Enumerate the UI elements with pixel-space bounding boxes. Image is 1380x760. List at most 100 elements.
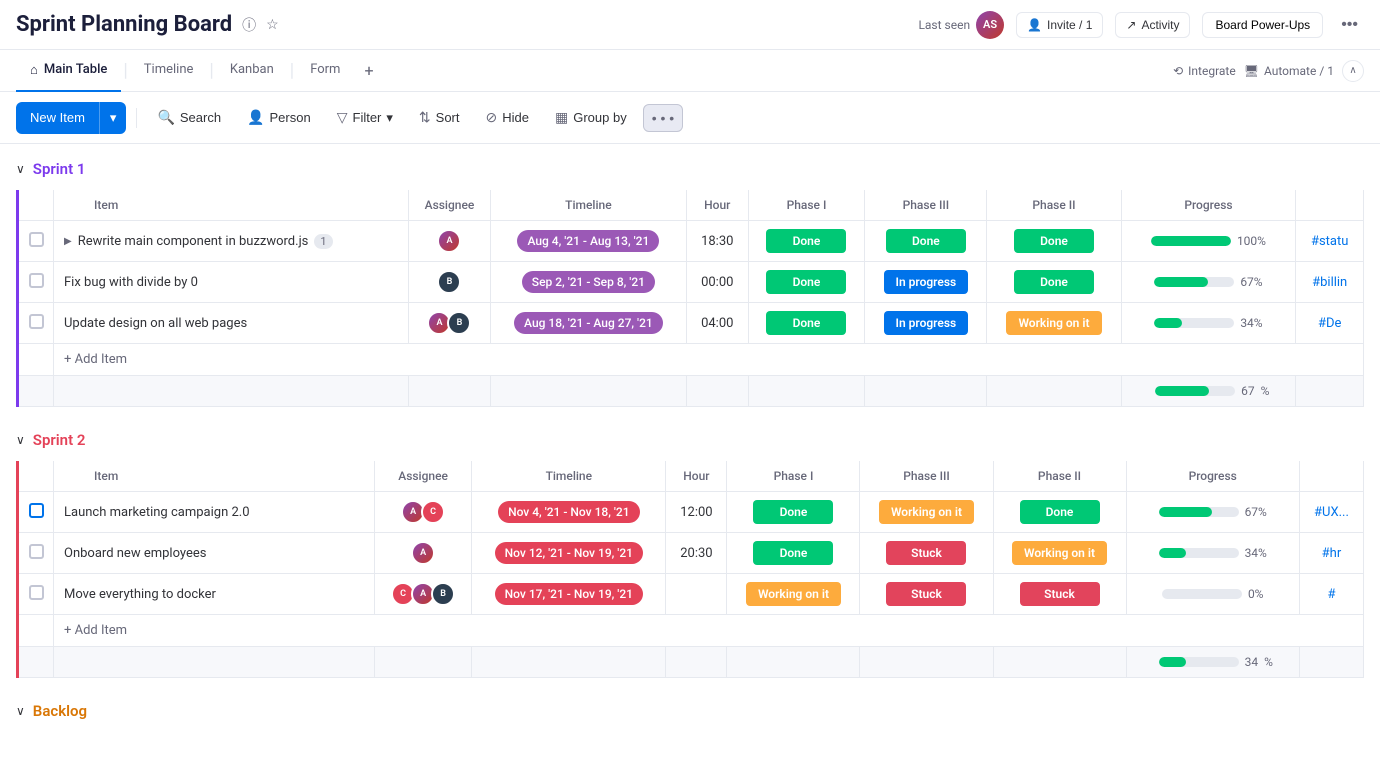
avatar: B — [437, 270, 461, 294]
automate-button[interactable]: 🖥 Automate / 1 — [1244, 64, 1334, 78]
row-checkbox[interactable] — [29, 544, 44, 559]
more-options-button[interactable]: ••• — [1335, 12, 1364, 38]
row-checkbox[interactable] — [29, 314, 44, 329]
col-phase3: Phase III — [860, 461, 993, 492]
timeline-cell: Nov 4, '21 - Nov 18, '21 — [472, 492, 666, 533]
timeline-cell: Sep 2, '21 - Sep 8, '21 — [490, 262, 686, 303]
sprint2-group: ∨ Sprint 2 Item Assignee Timeline Hour P… — [16, 431, 1364, 678]
progress-bar — [1155, 386, 1235, 396]
phase1-badge: Done — [766, 311, 846, 335]
hour-cell: 04:00 — [686, 303, 748, 344]
hour-cell: 12:00 — [666, 492, 727, 533]
progress-fill — [1151, 236, 1231, 246]
tab-main-table[interactable]: ⌂ Main Table — [16, 50, 121, 92]
tab-form-label: Form — [310, 62, 340, 77]
item-name-text: Move everything to docker — [64, 587, 216, 602]
invite-button[interactable]: 👤 Invite / 1 — [1016, 12, 1103, 38]
add-item-label[interactable]: + Add Item — [54, 615, 1364, 647]
tag-cell[interactable]: #hr — [1299, 533, 1363, 574]
phase3-badge: In progress — [884, 311, 969, 335]
avatar: A — [437, 229, 461, 253]
nav-tabs-right: ⟲ Integrate 🖥 Automate / 1 ∧ — [1173, 60, 1364, 82]
person-icon: 👤 — [247, 109, 264, 126]
hour-cell — [666, 574, 727, 615]
phase3-badge: Done — [886, 229, 966, 253]
phase1-badge: Done — [766, 229, 846, 253]
phase3-badge: Stuck — [886, 582, 966, 606]
sprint2-summary-row: 34% — [18, 647, 1364, 678]
timeline-cell: Nov 12, '21 - Nov 19, '21 — [472, 533, 666, 574]
progress-bar — [1151, 236, 1231, 246]
sprint1-summary-row: 67% — [18, 376, 1364, 407]
filter-label: Filter — [353, 110, 382, 125]
assignee-cell: C A B — [374, 574, 471, 615]
more-tools-button[interactable]: • • • — [643, 104, 683, 132]
activity-label: Activity — [1141, 18, 1179, 32]
sprint1-header[interactable]: ∨ Sprint 1 — [16, 160, 1364, 178]
timeline-cell: Aug 4, '21 - Aug 13, '21 — [490, 221, 686, 262]
add-view-button[interactable]: + — [354, 50, 383, 92]
info-icon[interactable]: ⓘ — [242, 15, 256, 35]
new-item-button[interactable]: New Item ▾ — [16, 102, 126, 134]
col-assignee: Assignee — [409, 190, 491, 221]
table-row: Launch marketing campaign 2.0 ⊕ A C Nov … — [18, 492, 1364, 533]
tag-cell[interactable]: #UX... — [1299, 492, 1363, 533]
star-icon[interactable]: ☆ — [266, 17, 279, 33]
integrate-button[interactable]: ⟲ Integrate — [1173, 64, 1236, 78]
add-item-row[interactable]: + Add Item — [18, 615, 1364, 647]
item-name-text: Launch marketing campaign 2.0 — [64, 505, 250, 520]
sprint1-group: ∨ Sprint 1 Item Assignee Timeline Hour P… — [16, 160, 1364, 407]
hide-button[interactable]: ⊘ Hide — [476, 103, 539, 132]
person-button[interactable]: 👤 Person — [237, 103, 321, 132]
tag-cell[interactable]: #billin — [1296, 262, 1364, 303]
add-item-label[interactable]: + Add Item — [54, 344, 1364, 376]
add-item-row[interactable]: + Add Item — [18, 344, 1364, 376]
assignee-cell: A C — [374, 492, 471, 533]
col-progress: Progress — [1126, 461, 1299, 492]
search-button[interactable]: 🔍 Search — [147, 103, 231, 132]
progress-pct: 67% — [1245, 505, 1267, 519]
group-by-icon: ▦ — [555, 109, 568, 126]
new-item-chevron-icon[interactable]: ▾ — [99, 102, 127, 134]
col-tag — [1299, 461, 1363, 492]
timeline-pill: Nov 17, '21 - Nov 19, '21 — [495, 583, 643, 605]
tab-timeline[interactable]: Timeline — [130, 50, 208, 92]
item-name-cell: ▶ Rewrite main component in buzzword.js … — [54, 221, 409, 262]
progress-pct: 100% — [1237, 234, 1266, 248]
sprint1-header-row: Item Assignee Timeline Hour Phase I Phas… — [18, 190, 1364, 221]
collapse-nav-button[interactable]: ∧ — [1342, 60, 1364, 82]
toolbar: New Item ▾ 🔍 Search 👤 Person ▽ Filter ▾ … — [0, 92, 1380, 144]
sprint2-header[interactable]: ∨ Sprint 2 — [16, 431, 1364, 449]
tag-cell[interactable]: #statu — [1296, 221, 1364, 262]
row-checkbox[interactable] — [29, 273, 44, 288]
automate-icon: 🖥 — [1244, 64, 1259, 78]
tag-cell[interactable]: # — [1299, 574, 1363, 615]
timeline-pill: Nov 12, '21 - Nov 19, '21 — [495, 542, 643, 564]
expand-icon[interactable]: ▶ — [64, 236, 72, 247]
power-ups-label: Board Power-Ups — [1215, 18, 1310, 32]
row-checkbox-cell[interactable] — [18, 221, 54, 262]
progress-bar — [1154, 318, 1234, 328]
row-checkbox[interactable] — [29, 232, 44, 247]
row-checkbox[interactable] — [29, 503, 44, 518]
backlog-header[interactable]: ∨ Backlog — [16, 702, 1364, 720]
phase1-cell: Done — [748, 303, 865, 344]
row-checkbox[interactable] — [29, 585, 44, 600]
item-name-text: Update design on all web pages — [64, 316, 247, 331]
sort-button[interactable]: ⇅ Sort — [409, 103, 470, 132]
phase3-cell: Done — [865, 221, 987, 262]
tag-cell[interactable]: #De — [1296, 303, 1364, 344]
power-ups-button[interactable]: Board Power-Ups — [1202, 12, 1323, 38]
assignee-cell: A — [374, 533, 471, 574]
sprint2-title: Sprint 2 — [33, 431, 86, 449]
activity-button[interactable]: ↗ Activity — [1115, 12, 1190, 38]
filter-button[interactable]: ▽ Filter ▾ — [327, 103, 403, 132]
new-item-label: New Item — [16, 102, 99, 133]
timeline-cell: Nov 17, '21 - Nov 19, '21 — [472, 574, 666, 615]
phase3-cell: Working on it — [860, 492, 993, 533]
integrate-icon: ⟲ — [1173, 64, 1183, 78]
tab-form[interactable]: Form — [296, 50, 354, 92]
tab-kanban[interactable]: Kanban — [216, 50, 288, 92]
col-hour: Hour — [686, 190, 748, 221]
group-by-button[interactable]: ▦ Group by — [545, 103, 637, 132]
